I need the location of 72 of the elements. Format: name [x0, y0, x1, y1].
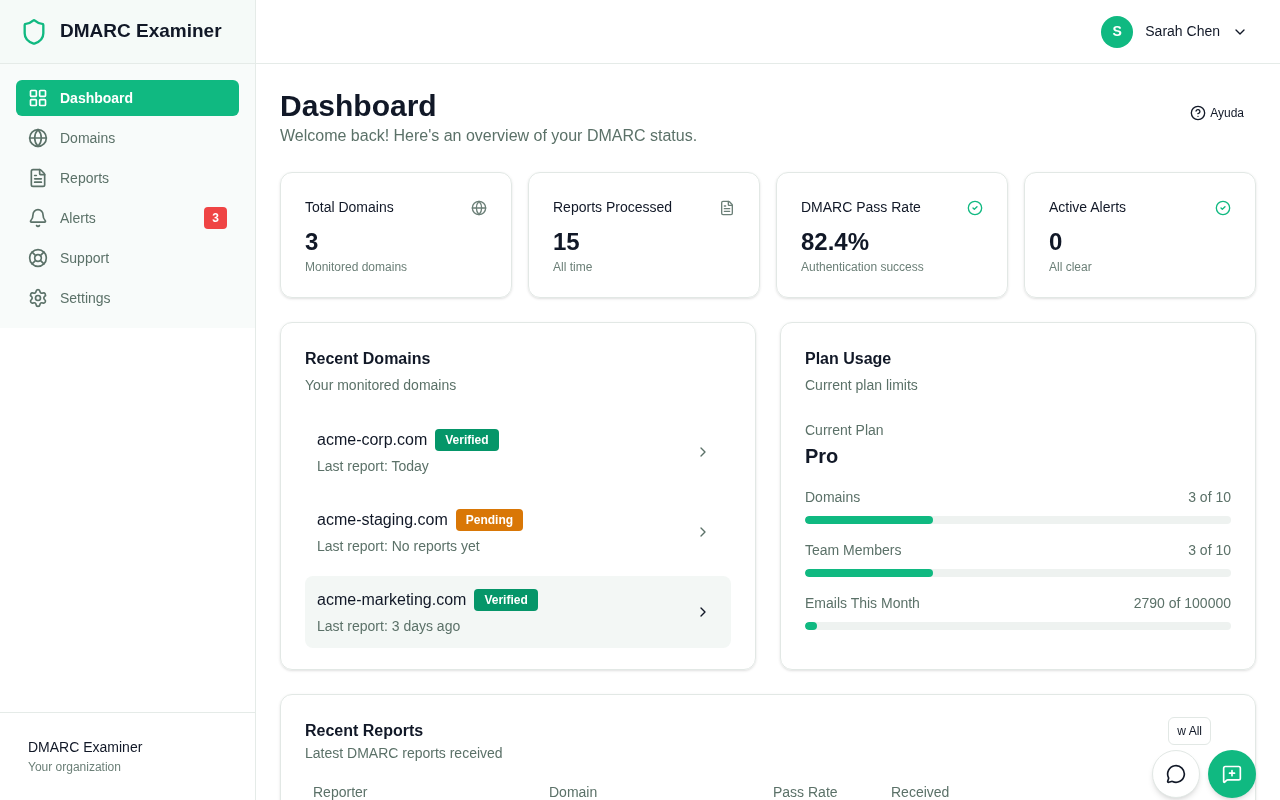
last-report: Last report: Today [317, 456, 430, 476]
count-badge: 3 [204, 207, 227, 229]
card-subtitle: Current plan limits [805, 376, 919, 395]
sidebar-item[interactable]: Settings [16, 280, 239, 316]
status-badge: Pending [455, 508, 524, 531]
grid-icon [28, 88, 48, 108]
last-report: Last report: 3 days ago [317, 616, 462, 636]
user-menu[interactable]: S Sarah Chen [1101, 15, 1248, 48]
domain-name: acme-staging.com [317, 509, 448, 530]
plan-label: Current Plan [805, 421, 885, 440]
user-avatar: S [1101, 15, 1134, 48]
card-title: Recent Reports [305, 721, 425, 741]
domain-name: acme-marketing.com [317, 589, 467, 610]
check-circle-icon [967, 199, 983, 216]
domain-row[interactable]: acme-staging.com Pending Last report: No reports yet [305, 496, 731, 568]
stat-caption: All time [553, 259, 594, 276]
sidebar-item[interactable]: Domains [16, 120, 239, 156]
organization-name: DMARC Examiner [28, 738, 144, 757]
chat-button[interactable] [1152, 750, 1200, 798]
app-name: DMARC Examiner [60, 19, 222, 44]
globe-icon [28, 128, 48, 148]
stat-title: Active Alerts [1049, 198, 1127, 217]
view-all-button[interactable]: w All [1168, 717, 1211, 745]
organization-caption: Your organization [28, 759, 122, 776]
lifebuoy-icon [28, 248, 48, 268]
usage-label: Team Members [805, 541, 902, 560]
message-plus-icon [1222, 764, 1242, 784]
usage-reading: 2790 of 100000 [1133, 594, 1231, 613]
sidebar-item[interactable]: Support [16, 240, 239, 276]
last-report: Last report: No reports yet [317, 536, 481, 556]
card-title: Plan Usage [805, 349, 893, 369]
column-header: Received [891, 783, 951, 800]
column-header: Reporter [313, 783, 369, 800]
stat-value: 0 [1049, 227, 1064, 257]
document-icon [28, 168, 48, 188]
help-icon [1190, 105, 1207, 121]
settings-icon [28, 288, 48, 308]
card-title: Recent Domains [305, 349, 432, 369]
globe-icon [471, 199, 487, 216]
domain-name: acme-corp.com [317, 429, 428, 450]
page-subtitle: Welcome back! Here's an overview of your DMARC status. [280, 126, 698, 146]
bell-icon [28, 208, 48, 228]
stat-value: 3 [305, 227, 320, 257]
stat-title: DMARC Pass Rate [801, 198, 921, 217]
stat-value: 15 [553, 227, 581, 257]
speech-bubble-icon [1166, 764, 1186, 784]
stat-title: Total Domains [305, 198, 394, 217]
document-icon [719, 199, 735, 216]
usage-label: Emails This Month [805, 594, 920, 613]
card-subtitle: Latest DMARC reports received [305, 744, 503, 763]
domain-row[interactable]: acme-corp.com Verified Last report: Today [305, 416, 731, 488]
column-header: Domain [549, 783, 599, 800]
usage-label: Domains [805, 488, 861, 507]
help-button[interactable]: Ayuda [1190, 104, 1244, 122]
domain-row[interactable]: acme-marketing.com Verified Last report: 3 days ago [305, 576, 731, 648]
sidebar-item[interactable]: Reports [16, 160, 239, 196]
page-title: Dashboard [280, 88, 438, 124]
plan-name: Pro [805, 444, 840, 469]
column-header: Pass Rate [773, 783, 839, 800]
sidebar-item[interactable]: Alerts 3 [16, 200, 239, 236]
stat-title: Reports Processed [553, 198, 673, 217]
check-circle-icon [1215, 199, 1231, 216]
usage-reading: 3 of 10 [1188, 541, 1231, 560]
stat-caption: Authentication success [801, 259, 925, 276]
stat-caption: All clear [1049, 259, 1093, 276]
usage-reading: 3 of 10 [1188, 488, 1231, 507]
stat-value: 82.4% [801, 227, 871, 257]
card-subtitle: Your monitored domains [305, 376, 458, 395]
status-badge: Verified [435, 428, 499, 451]
status-badge: Verified [474, 588, 538, 611]
feedback-button[interactable] [1208, 750, 1256, 798]
stat-caption: Monitored domains [305, 259, 409, 276]
